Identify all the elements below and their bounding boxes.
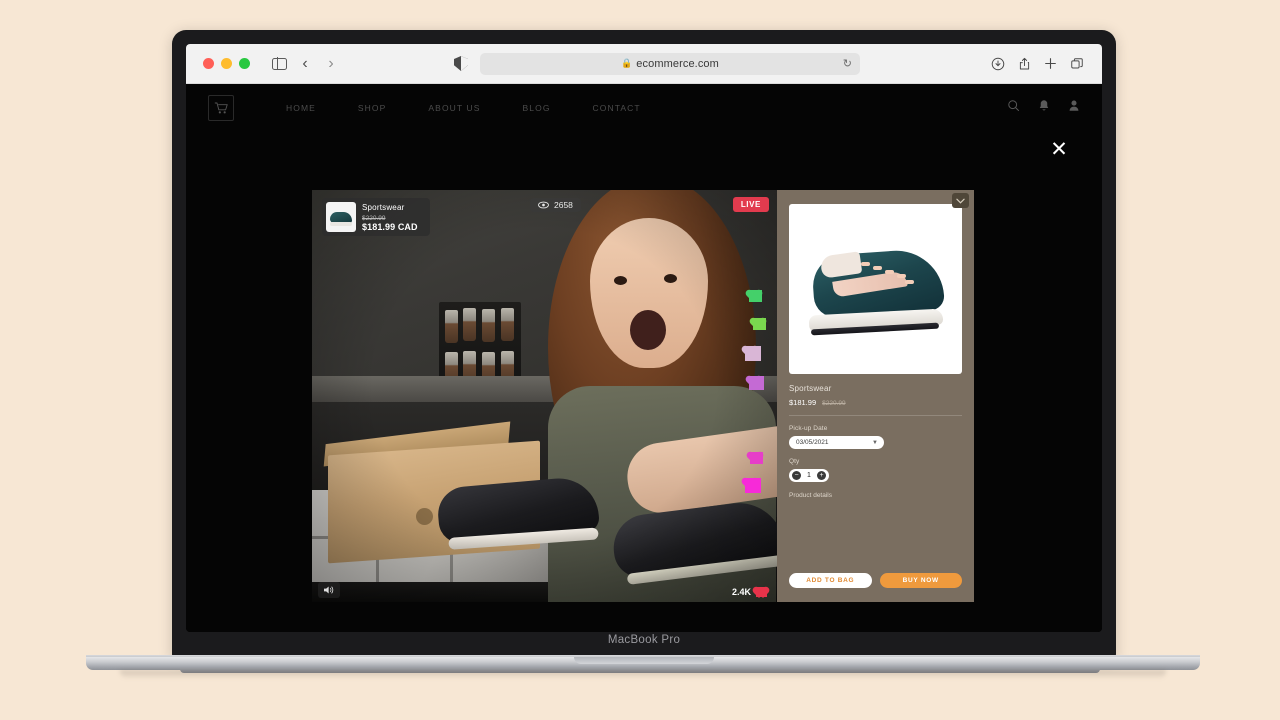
user-account-icon[interactable] <box>1068 99 1080 117</box>
forward-button[interactable]: › <box>318 52 344 76</box>
chevron-down-icon[interactable] <box>952 193 969 208</box>
panel-price: $181.99 <box>789 398 817 407</box>
chip-new-price: $181.99 CAD <box>362 221 418 232</box>
lock-icon: 🔒 <box>621 58 633 68</box>
panel-actions: ADD TO BAG BUY NOW <box>789 573 962 588</box>
sneaker-thumbnail <box>326 202 356 232</box>
privacy-shield-icon[interactable] <box>454 56 468 71</box>
video-product-chip[interactable]: Sportswear $220.99 $181.99 CAD <box>322 198 430 236</box>
nav-link-about-us[interactable]: ABOUT US <box>428 103 480 113</box>
like-count: 2.4K <box>731 587 751 597</box>
floating-hearts <box>743 282 769 542</box>
laptop-screen: ‹ › 🔒 ecommerce.com ↻ HOME SHOP ABOUT US… <box>186 44 1102 632</box>
nav-link-home[interactable]: HOME <box>286 103 316 113</box>
add-to-bag-button[interactable]: ADD TO BAG <box>789 573 872 588</box>
live-video-player[interactable]: Sportswear $220.99 $181.99 CAD 2658 LIVE <box>312 190 777 602</box>
back-button[interactable]: ‹ <box>292 52 318 76</box>
laptop-base-notch <box>574 657 714 664</box>
pickup-date-select[interactable]: 03/05/2021 ▼ <box>789 436 884 449</box>
sidebar-toggle-icon[interactable] <box>266 52 292 76</box>
product-details-link[interactable]: Product details <box>789 492 962 499</box>
device-label: MacBook Pro <box>607 634 681 646</box>
product-detail-panel: Sportswear $181.99 $220.99 Pick-up Date … <box>777 190 974 602</box>
video-controls: 2.4K <box>312 578 777 602</box>
nav-link-blog[interactable]: BLOG <box>523 103 551 113</box>
heart-icon <box>753 318 766 330</box>
address-bar[interactable]: 🔒 ecommerce.com ↻ <box>480 52 860 75</box>
heart-icon <box>756 587 767 597</box>
viewer-count: 2658 <box>554 200 573 210</box>
close-window-button[interactable] <box>203 58 214 69</box>
buy-now-button[interactable]: BUY NOW <box>879 573 962 588</box>
pickup-date-value: 03/05/2021 <box>796 439 829 446</box>
download-icon[interactable] <box>991 57 1005 71</box>
panel-product-name: Sportswear <box>789 384 832 393</box>
window-traffic-lights[interactable] <box>203 58 250 69</box>
site-navbar: HOME SHOP ABOUT US BLOG CONTACT <box>186 84 1102 132</box>
like-counter[interactable]: 2.4K <box>732 587 767 597</box>
notification-bell-icon[interactable] <box>1038 99 1050 117</box>
heart-icon <box>749 290 762 302</box>
eye-icon <box>538 201 549 209</box>
video-frame <box>312 190 777 602</box>
share-icon[interactable] <box>1018 57 1031 71</box>
search-icon[interactable] <box>1007 99 1020 117</box>
heart-icon <box>750 452 763 464</box>
volume-on-icon[interactable] <box>318 582 340 598</box>
laptop-shadow <box>120 670 1166 679</box>
nav-link-shop[interactable]: SHOP <box>358 103 387 113</box>
heart-icon <box>749 376 764 390</box>
qty-increment-button[interactable]: + <box>817 471 826 480</box>
panel-divider <box>789 415 962 416</box>
minimize-window-button[interactable] <box>221 58 232 69</box>
qty-value: 1 <box>807 472 811 479</box>
chevron-down-icon: ▼ <box>872 439 878 446</box>
viewer-count-badge: 2658 <box>530 198 581 212</box>
url-text: ecommerce.com <box>636 57 719 70</box>
chip-old-price: $220.99 <box>362 214 386 222</box>
close-modal-button[interactable]: ✕ <box>1048 139 1070 161</box>
shopping-cart-icon[interactable] <box>208 95 234 121</box>
pickup-date-label: Pick-up Date <box>789 425 828 432</box>
live-shopping-modal: Sportswear $220.99 $181.99 CAD 2658 LIVE <box>312 190 974 602</box>
laptop-mockup: ‹ › 🔒 ecommerce.com ↻ HOME SHOP ABOUT US… <box>0 0 1280 720</box>
tab-overview-icon[interactable] <box>1070 57 1084 71</box>
nav-actions <box>1007 99 1080 117</box>
product-hero-image <box>789 204 962 374</box>
live-badge: LIVE <box>732 197 769 212</box>
panel-price-row: $181.99 $220.99 <box>789 398 962 407</box>
chip-product-name: Sportswear <box>362 202 405 212</box>
nav-link-contact[interactable]: CONTACT <box>593 103 641 113</box>
panel-old-price: $220.99 <box>822 400 846 407</box>
maximize-window-button[interactable] <box>239 58 250 69</box>
heart-icon <box>745 346 761 361</box>
browser-toolbar: ‹ › 🔒 ecommerce.com ↻ <box>186 44 1102 84</box>
reload-icon[interactable]: ↻ <box>843 57 852 70</box>
nav-links: HOME SHOP ABOUT US BLOG CONTACT <box>286 103 641 113</box>
browser-toolbar-right <box>991 57 1090 71</box>
heart-icon <box>745 478 761 493</box>
plus-icon[interactable] <box>1044 57 1057 70</box>
qty-label: Qty <box>789 458 800 465</box>
quantity-stepper[interactable]: − 1 + <box>789 469 829 482</box>
website-content: HOME SHOP ABOUT US BLOG CONTACT ✕ Sports… <box>186 84 1102 632</box>
qty-decrement-button[interactable]: − <box>792 471 801 480</box>
